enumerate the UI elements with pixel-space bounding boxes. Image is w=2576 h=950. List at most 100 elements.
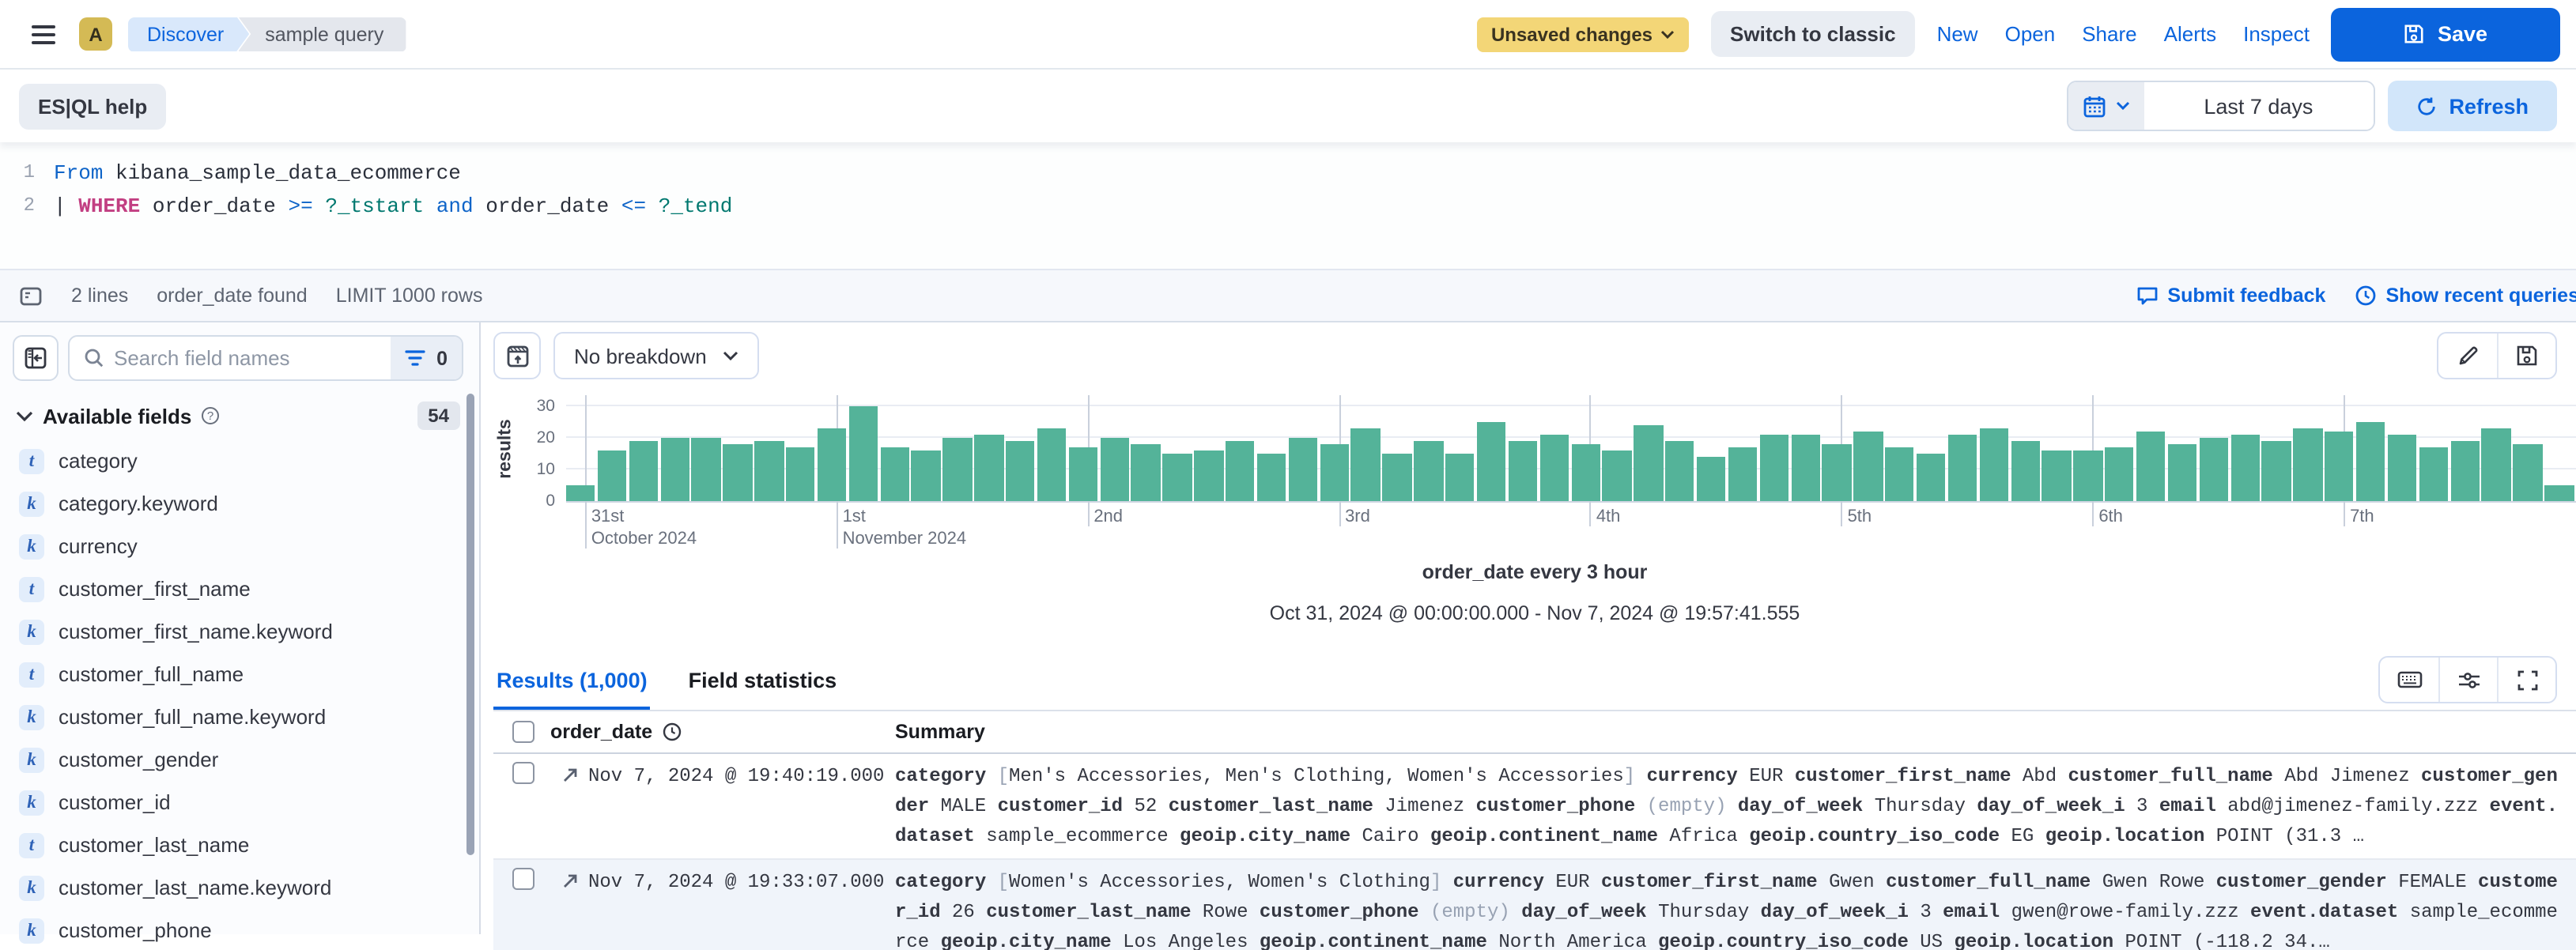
histogram-bar[interactable] xyxy=(2544,485,2574,501)
histogram-bar[interactable] xyxy=(2105,447,2134,501)
expand-row-button[interactable] xyxy=(550,868,588,950)
histogram-bar[interactable] xyxy=(754,441,784,501)
nav-link-new[interactable]: New xyxy=(1937,22,1978,46)
search-field-names-input[interactable] xyxy=(114,346,391,370)
histogram-bar[interactable] xyxy=(912,450,941,501)
histogram-bar[interactable] xyxy=(974,435,1003,501)
histogram-bar[interactable] xyxy=(660,438,689,501)
field-item-customer_id[interactable]: kcustomer_id xyxy=(13,781,463,824)
histogram-bar[interactable] xyxy=(1697,457,1726,501)
save-visualization-button[interactable] xyxy=(2497,334,2555,378)
histogram-bar[interactable] xyxy=(692,438,721,501)
collapse-sidebar-button[interactable] xyxy=(13,335,59,381)
histogram-bar[interactable] xyxy=(1351,428,1381,501)
histogram-bar[interactable] xyxy=(629,441,658,501)
histogram-bar[interactable] xyxy=(1853,432,1883,501)
histogram-bar[interactable] xyxy=(2450,441,2480,501)
nav-link-share[interactable]: Share xyxy=(2082,22,2136,46)
histogram-bar[interactable] xyxy=(2199,438,2228,501)
sidebar-scrollbar[interactable] xyxy=(466,394,474,855)
field-item-customer_first_name[interactable]: tcustomer_first_name xyxy=(13,567,463,610)
histogram-bar[interactable] xyxy=(1006,441,1035,501)
display-options-button[interactable] xyxy=(2438,658,2497,702)
tab-results[interactable]: Results (1,000) xyxy=(493,659,651,710)
editor-line[interactable]: 1From kibana_sample_data_ecommerce xyxy=(0,156,2576,190)
keyboard-shortcuts-button[interactable] xyxy=(2380,658,2438,702)
histogram-bar[interactable] xyxy=(1477,422,1506,501)
field-item-currency[interactable]: kcurrency xyxy=(13,525,463,567)
field-item-customer_first_name.keyword[interactable]: kcustomer_first_name.keyword xyxy=(13,610,463,653)
field-item-customer_last_name.keyword[interactable]: kcustomer_last_name.keyword xyxy=(13,866,463,909)
histogram-bar[interactable] xyxy=(598,450,627,501)
histogram-bar[interactable] xyxy=(1257,454,1286,501)
nav-link-open[interactable]: Open xyxy=(2005,22,2056,46)
available-fields-header[interactable]: Available fields ? 54 xyxy=(16,401,460,430)
histogram-bar[interactable] xyxy=(1445,454,1475,501)
hide-chart-button[interactable] xyxy=(493,332,541,379)
histogram-bar[interactable] xyxy=(723,444,753,501)
histogram-bar[interactable] xyxy=(1917,454,1946,501)
refresh-button[interactable]: Refresh xyxy=(2387,81,2557,131)
histogram-bar[interactable] xyxy=(818,428,847,501)
histogram-bar[interactable] xyxy=(2356,422,2385,501)
histogram-bar[interactable] xyxy=(1509,441,1538,501)
histogram-bar[interactable] xyxy=(2388,435,2417,501)
histogram-bar[interactable] xyxy=(1414,441,1443,501)
histogram-bar[interactable] xyxy=(1289,438,1318,501)
select-all-checkbox[interactable] xyxy=(512,721,534,743)
expand-row-button[interactable] xyxy=(550,762,588,852)
histogram-bar[interactable] xyxy=(2168,444,2197,501)
edit-visualization-button[interactable] xyxy=(2438,334,2497,378)
nav-link-alerts[interactable]: Alerts xyxy=(2164,22,2216,46)
histogram-bar[interactable] xyxy=(2042,450,2072,501)
histogram-bar[interactable] xyxy=(1194,450,1223,501)
nav-link-inspect[interactable]: Inspect xyxy=(2243,22,2310,46)
histogram-bar[interactable] xyxy=(1163,454,1192,501)
column-header-summary[interactable]: Summary xyxy=(895,721,2576,743)
histogram-bar[interactable] xyxy=(2011,441,2040,501)
field-item-customer_full_name[interactable]: tcustomer_full_name xyxy=(13,653,463,696)
histogram-bar[interactable] xyxy=(2325,432,2354,501)
histogram-bar[interactable] xyxy=(1037,428,1067,501)
row-checkbox[interactable] xyxy=(512,762,534,784)
histogram-bar[interactable] xyxy=(1603,450,1632,501)
switch-to-classic-button[interactable]: Switch to classic xyxy=(1711,11,1915,57)
fullscreen-button[interactable] xyxy=(2497,658,2555,702)
help-circle-icon[interactable]: ? xyxy=(201,406,220,425)
breadcrumb-discover[interactable]: Discover xyxy=(128,17,249,51)
histogram-bar[interactable] xyxy=(1822,444,1852,501)
histogram-bar[interactable] xyxy=(1571,444,1600,501)
field-item-customer_full_name.keyword[interactable]: kcustomer_full_name.keyword xyxy=(13,696,463,738)
calendar-dropdown-button[interactable] xyxy=(2068,82,2144,130)
esql-help-button[interactable]: ES|QL help xyxy=(19,83,166,129)
menu-icon[interactable] xyxy=(16,7,70,61)
histogram-bar[interactable] xyxy=(848,406,878,501)
histogram-bar[interactable] xyxy=(1539,435,1569,501)
field-item-category[interactable]: tcategory xyxy=(13,439,463,482)
histogram-bar[interactable] xyxy=(880,447,909,501)
histogram-bar[interactable] xyxy=(2074,450,2103,501)
histogram-bar[interactable] xyxy=(943,438,973,501)
histogram-bar[interactable] xyxy=(1948,435,1977,501)
histogram-bar[interactable] xyxy=(2136,432,2166,501)
histogram-bar[interactable] xyxy=(1885,447,1914,501)
histogram-bar[interactable] xyxy=(1665,441,1694,501)
histogram-bar[interactable] xyxy=(1759,435,1788,501)
field-item-category.keyword[interactable]: kcategory.keyword xyxy=(13,482,463,525)
time-range-button[interactable]: Last 7 days xyxy=(2144,82,2373,130)
row-checkbox[interactable] xyxy=(512,868,534,890)
histogram-bar[interactable] xyxy=(2230,435,2260,501)
breakdown-select[interactable]: No breakdown xyxy=(553,332,759,379)
histogram-bar[interactable] xyxy=(786,447,815,501)
histogram-bar[interactable] xyxy=(2294,428,2323,501)
histogram-bar[interactable] xyxy=(2482,428,2511,501)
histogram-bar[interactable] xyxy=(1100,438,1129,501)
field-item-customer_phone[interactable]: kcustomer_phone xyxy=(13,909,463,950)
show-recent-queries-link[interactable]: Show recent queries xyxy=(2354,285,2576,307)
unsaved-changes-badge[interactable]: Unsaved changes xyxy=(1477,17,1689,51)
histogram-bar[interactable] xyxy=(566,485,595,501)
field-filters-button[interactable]: 0 xyxy=(391,337,462,379)
histogram-bar[interactable] xyxy=(2419,447,2448,501)
column-header-order-date[interactable]: order_date xyxy=(550,721,895,743)
field-item-customer_gender[interactable]: kcustomer_gender xyxy=(13,738,463,781)
